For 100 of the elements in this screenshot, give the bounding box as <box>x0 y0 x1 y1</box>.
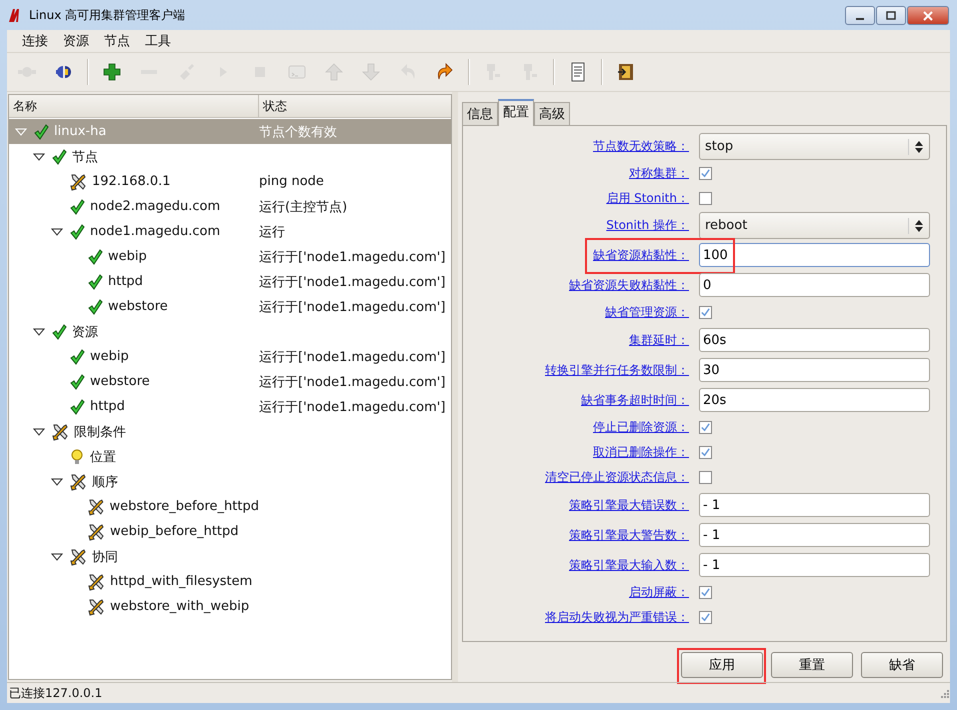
tree-row[interactable]: 节点 <box>9 144 451 169</box>
tree-row[interactable]: 协同 <box>9 544 451 569</box>
setting-link[interactable]: 停止已删除资源： <box>593 420 689 434</box>
tree-row[interactable]: webip 运行于['node1.magedu.com'] <box>9 244 451 269</box>
tree-row[interactable]: webip_before_httpd <box>9 519 451 544</box>
tree-row[interactable]: httpd 运行于['node1.magedu.com'] <box>9 394 451 419</box>
window-title: Linux 高可用集群管理客户端 <box>29 6 186 24</box>
node-status: 运行于['node1.magedu.com'] <box>259 274 446 290</box>
tree-row[interactable]: webstore_before_httpd <box>9 494 451 519</box>
setting-link[interactable]: 缺省资源失败粘黏性： <box>569 278 689 292</box>
text-field[interactable]: 30 <box>699 358 930 382</box>
node-name: 位置 <box>90 448 116 466</box>
expand-toggle-icon[interactable] <box>51 476 63 488</box>
tools-icon <box>86 498 104 516</box>
action-button[interactable]: 重置 <box>771 652 853 678</box>
tools-icon <box>87 572 105 590</box>
action-button[interactable]: 缺省 <box>861 652 943 678</box>
tree-row[interactable]: httpd 运行于['node1.magedu.com'] <box>9 269 451 294</box>
node-name: webstore_before_httpd <box>109 499 259 514</box>
node-name: 资源 <box>72 324 98 340</box>
tab[interactable]: 信息 <box>462 102 498 125</box>
tools-icon <box>51 422 69 440</box>
action-button[interactable]: 应用 <box>681 652 763 678</box>
tab[interactable]: 配置 <box>498 99 534 126</box>
menu-item[interactable]: 资源 <box>56 30 96 52</box>
checkbox[interactable] <box>699 586 712 599</box>
setting-link[interactable]: 清空已停止资源状态信息： <box>545 470 689 484</box>
setting-link[interactable]: 缺省管理资源： <box>605 305 689 319</box>
expand-toggle-icon[interactable] <box>33 326 45 338</box>
checkbox[interactable] <box>699 306 712 319</box>
checkbox[interactable] <box>699 471 712 484</box>
menu-item[interactable]: 工具 <box>138 30 178 52</box>
menu-item[interactable]: 节点 <box>97 30 137 52</box>
tree-row[interactable]: node1.magedu.com 运行 <box>9 219 451 244</box>
check-icon <box>87 274 103 290</box>
checkbox[interactable] <box>699 192 712 205</box>
tree-row[interactable]: 资源 <box>9 319 451 344</box>
tree-row[interactable]: 限制条件 <box>9 419 451 444</box>
check-icon <box>33 124 49 140</box>
node-status: 运行于['node1.magedu.com'] <box>259 250 446 264</box>
resize-grip-icon[interactable] <box>938 687 950 699</box>
node-name: 顺序 <box>92 474 118 490</box>
checkbox[interactable] <box>699 611 712 624</box>
column-header[interactable]: 名称 <box>9 95 259 117</box>
expand-toggle-icon[interactable] <box>51 550 63 562</box>
column-header[interactable]: 状态 <box>259 95 451 117</box>
text-field[interactable]: - 1 <box>699 493 930 517</box>
plus-icon[interactable] <box>102 62 122 82</box>
expand-toggle-icon[interactable] <box>51 226 63 238</box>
node-name: webstore <box>90 374 150 389</box>
bulb-icon <box>69 448 85 464</box>
setting-link[interactable]: 启动屏蔽： <box>629 585 689 599</box>
text-field[interactable]: 60s <box>699 328 930 352</box>
text-field[interactable]: - 1 <box>699 553 930 577</box>
node-name: 限制条件 <box>74 424 126 440</box>
tree-row[interactable]: 192.168.0.1 ping node <box>9 169 451 194</box>
text-field[interactable]: 100 <box>699 243 930 267</box>
tree-row[interactable]: 顺序 <box>9 469 451 494</box>
node-status: 运行于['node1.magedu.com'] <box>259 350 446 364</box>
checkbox[interactable] <box>699 446 712 459</box>
tree-row[interactable]: httpd_with_filesystem <box>9 569 451 594</box>
checkbox[interactable] <box>699 167 712 180</box>
tab[interactable]: 高级 <box>534 102 570 125</box>
tree-row[interactable]: webstore_with_webip <box>9 594 451 619</box>
setting-link[interactable]: 节点数无效策略： <box>593 139 689 153</box>
close-button[interactable] <box>907 6 949 25</box>
setting-link[interactable]: 集群延时： <box>629 332 689 346</box>
check-icon <box>87 298 103 314</box>
tree-row[interactable]: 位置 <box>9 444 451 469</box>
undo-icon[interactable] <box>435 62 455 82</box>
exit-icon[interactable] <box>616 62 636 82</box>
maximize-button[interactable] <box>876 6 906 25</box>
setting-link[interactable]: 取消已删除操作： <box>593 445 689 459</box>
setting-link[interactable]: 对称集群： <box>629 166 689 180</box>
text-field[interactable]: 20s <box>699 388 930 412</box>
tree-row[interactable]: webstore 运行于['node1.magedu.com'] <box>9 294 451 319</box>
setting-link[interactable]: 策略引擎最大警告数： <box>569 528 689 542</box>
setting-link[interactable]: 将启动失败视为严重错误： <box>545 610 689 624</box>
setting-link[interactable]: 策略引擎最大错误数： <box>569 498 689 512</box>
expand-toggle-icon[interactable] <box>33 426 45 438</box>
text-field[interactable]: - 1 <box>699 523 930 547</box>
menu-item[interactable]: 连接 <box>15 30 55 52</box>
checkbox[interactable] <box>699 421 712 434</box>
tree-row[interactable]: webstore 运行于['node1.magedu.com'] <box>9 369 451 394</box>
expand-toggle-icon[interactable] <box>33 150 45 162</box>
node-status: 运行于['node1.magedu.com'] <box>259 400 446 414</box>
expand-toggle-icon[interactable] <box>15 126 27 138</box>
setting-link[interactable]: 转换引擎并行任务数限制： <box>545 362 689 376</box>
tree-row[interactable]: webip 运行于['node1.magedu.com'] <box>9 344 451 369</box>
setting-link[interactable]: Stonith 操作： <box>606 218 689 232</box>
node-status: 节点个数有效 <box>259 124 337 140</box>
setting-link[interactable]: 缺省资源粘黏性： <box>593 248 689 262</box>
setting-link[interactable]: 策略引擎最大输入数： <box>569 558 689 572</box>
minimize-button[interactable] <box>845 6 875 25</box>
tree-row[interactable]: node2.magedu.com 运行(主控节点) <box>9 194 451 219</box>
text-field[interactable]: 0 <box>699 273 930 297</box>
dropdown[interactable]: stop <box>699 133 930 160</box>
dropdown[interactable]: reboot <box>699 212 930 239</box>
setting-link[interactable]: 启用 Stonith： <box>606 191 689 205</box>
setting-link[interactable]: 缺省事务超时时间： <box>581 392 689 406</box>
